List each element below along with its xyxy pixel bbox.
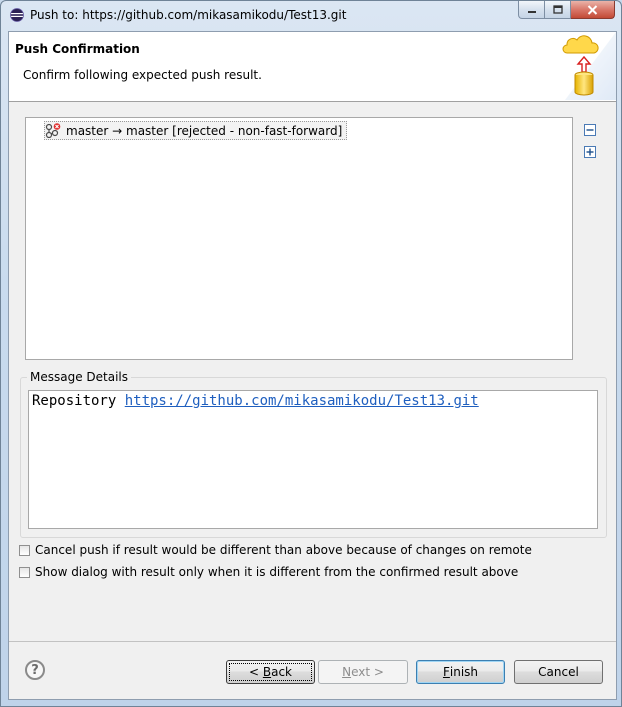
finish-button[interactable]: Finish [416,660,505,684]
eclipse-icon [10,8,24,22]
expand-all-icon[interactable] [583,145,597,159]
tree-item-label: master → master [rejected - non-fast-for… [66,123,343,138]
close-button[interactable] [571,1,615,19]
minimize-icon [527,10,536,13]
push-result-tree[interactable]: master → master [rejected - non-fast-for… [25,117,573,360]
cancel-label: Cancel [538,665,579,679]
back-label-pre: < [248,665,263,679]
window-controls [518,1,615,20]
back-mnemonic: B [262,665,272,679]
repository-prefix: Repository [32,393,125,409]
title-bar[interactable]: Push to: https://github.com/mikasamikodu… [1,1,621,29]
rejected-push-icon [45,123,61,138]
maximize-icon [552,4,563,14]
minimize-button[interactable] [518,1,545,19]
help-icon: ? [31,662,39,678]
message-details-group: Message Details Repository https://githu… [20,370,607,538]
back-label-rest: ack [271,665,292,679]
next-label-rest: ext > [351,665,384,679]
push-to-cloud-icon [562,32,616,100]
cancel-button[interactable]: Cancel [514,660,603,684]
cancel-push-label: Cancel push if result would be different… [35,543,532,557]
page-title: Push Confirmation [15,42,140,56]
dialog-window: Push to: https://github.com/mikasamikodu… [0,0,622,707]
maximize-button[interactable] [545,1,571,19]
message-details-label: Message Details [27,370,132,384]
repository-link[interactable]: https://github.com/mikasamikodu/Test13.g… [125,393,479,409]
finish-mnemonic: F [442,665,450,679]
cancel-push-option[interactable]: Cancel push if result would be different… [19,542,532,558]
dialog-content: Push Confirmation Confirm following expe… [8,31,617,700]
show-dialog-option[interactable]: Show dialog with result only when it is … [19,564,518,580]
back-button[interactable]: < Back [226,660,315,684]
next-button[interactable]: Next > [318,660,408,684]
collapse-all-icon[interactable] [583,123,597,137]
wizard-header: Push Confirmation Confirm following expe… [9,32,616,102]
show-dialog-label: Show dialog with result only when it is … [35,565,519,579]
window-title: Push to: https://github.com/mikasamikodu… [30,8,347,22]
show-dialog-checkbox[interactable] [19,566,30,578]
close-icon [587,4,598,15]
footer-separator [9,641,616,642]
page-description: Confirm following expected push result. [23,68,262,82]
help-button[interactable]: ? [25,660,45,680]
cancel-push-checkbox[interactable] [19,544,30,556]
next-mnemonic: N [342,665,352,679]
tree-item-master[interactable]: master → master [rejected - non-fast-for… [44,121,348,140]
message-details-text[interactable]: Repository https://github.com/mikasamiko… [28,390,598,529]
message-line: Repository https://github.com/mikasamiko… [32,393,479,409]
finish-label-rest: inish [449,665,479,679]
